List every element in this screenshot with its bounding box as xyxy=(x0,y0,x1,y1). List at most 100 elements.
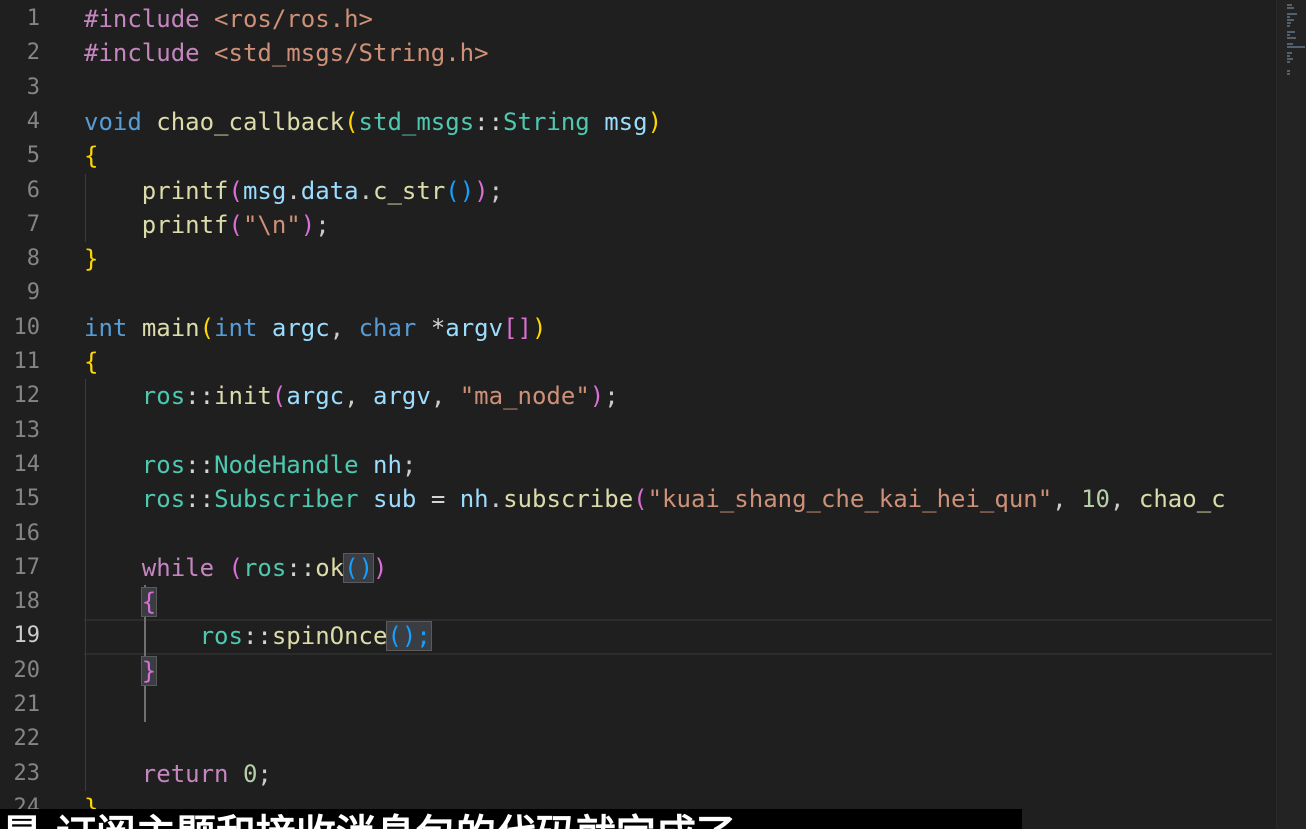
code-token: "kuai_shang_che_kai_hei_qun" xyxy=(647,485,1053,514)
code-token: msg xyxy=(242,176,287,205)
code-token: chao_c xyxy=(1138,485,1226,514)
code-token: ; xyxy=(604,382,619,411)
minimap[interactable] xyxy=(1276,0,1306,829)
minimap-line xyxy=(1287,7,1294,9)
line-number[interactable]: 13 xyxy=(0,414,41,448)
line-number[interactable]: 7 xyxy=(0,208,40,242)
line-number[interactable]: 22 xyxy=(0,722,41,756)
line-number[interactable]: 5 xyxy=(0,139,40,173)
code-line[interactable]: #include <ros/ros.h> xyxy=(84,2,373,36)
code-line[interactable]: printf(msg.data.c_str()); xyxy=(84,174,503,208)
code-token: } xyxy=(140,655,158,686)
line-number[interactable]: 21 xyxy=(0,688,41,722)
video-subtitle: 是 订阅主题和接收消息包的代码就完成了 xyxy=(0,809,1022,829)
code-token: ) xyxy=(474,176,489,205)
code-line[interactable]: ros::Subscriber sub = nh.subscribe("kuai… xyxy=(84,482,1226,516)
code-token: (); xyxy=(386,621,432,652)
code-token: 0 xyxy=(242,759,258,788)
line-number[interactable]: 23 xyxy=(0,757,41,791)
line-number[interactable]: 17 xyxy=(0,551,41,585)
line-number[interactable]: 9 xyxy=(0,276,40,310)
minimap-line xyxy=(1287,31,1295,33)
minimap-line xyxy=(1287,58,1293,60)
code-token: spinOnce xyxy=(271,622,388,651)
minimap-line xyxy=(1287,46,1305,48)
minimap-line xyxy=(1287,37,1297,39)
line-number[interactable]: 11 xyxy=(0,345,41,379)
code-token: argv xyxy=(445,313,504,342)
code-token: <ros/ros.h> xyxy=(199,5,373,33)
code-token: msg xyxy=(604,107,648,136)
code-token: ( xyxy=(344,107,359,136)
code-line[interactable]: printf("\n"); xyxy=(84,208,330,242)
code-line[interactable]: ros::NodeHandle nh; xyxy=(84,448,417,482)
minimap-line xyxy=(1287,52,1293,54)
code-line[interactable]: int main(int argc, char *argv[]) xyxy=(84,311,546,345)
code-line[interactable]: #include <std_msgs/String.h> xyxy=(84,36,489,70)
code-token: "ma_node" xyxy=(459,382,590,411)
code-token: ; xyxy=(488,176,504,205)
line-number[interactable]: 15 xyxy=(0,482,41,516)
line-number[interactable]: 19 xyxy=(0,619,41,653)
minimap-line xyxy=(1287,55,1290,57)
code-token: ; xyxy=(401,450,417,479)
line-number[interactable]: 8 xyxy=(0,242,40,276)
code-token: nh xyxy=(459,485,489,514)
code-token: int xyxy=(84,313,128,342)
code-token: ; xyxy=(257,759,272,788)
code-line[interactable]: void chao_callback(std_msgs::String msg) xyxy=(84,105,662,139)
code-token: 10 xyxy=(1081,485,1110,514)
line-number[interactable]: 6 xyxy=(0,174,40,208)
line-number[interactable]: 12 xyxy=(0,379,41,413)
code-line[interactable]: ros::init(argc, argv, "ma_node"); xyxy=(84,379,619,413)
line-number[interactable]: 18 xyxy=(0,585,41,619)
line-number[interactable]: 4 xyxy=(0,105,40,139)
code-token: . xyxy=(358,176,374,205)
code-token: { xyxy=(140,587,158,618)
minimap-line xyxy=(1287,43,1293,45)
code-token: ( xyxy=(228,553,243,582)
code-token: , xyxy=(344,382,374,411)
code-token: ) xyxy=(373,553,388,582)
code-token: chao_callback xyxy=(156,107,345,136)
code-line[interactable]: { xyxy=(84,139,98,173)
code-line[interactable]: } xyxy=(84,654,158,688)
code-token: String xyxy=(503,107,590,136)
line-number[interactable]: 1 xyxy=(0,2,40,36)
minimap-line xyxy=(1287,73,1290,75)
code-line[interactable]: { xyxy=(84,345,98,379)
line-number[interactable]: 10 xyxy=(0,311,41,345)
code-line[interactable]: ros::spinOnce(); xyxy=(84,619,432,653)
code-token: int xyxy=(214,313,258,342)
code-token: { xyxy=(84,348,99,376)
code-line[interactable]: } xyxy=(84,242,98,276)
code-token: c_str xyxy=(373,176,446,205)
code-token: char xyxy=(358,313,417,342)
code-line[interactable]: { xyxy=(84,585,158,619)
line-number[interactable]: 20 xyxy=(0,654,41,688)
code-line[interactable]: while (ros::ok()) xyxy=(84,551,387,585)
code-token: :: xyxy=(286,553,316,582)
code-editor[interactable]: 1 2 3 4 5 6 7 8 9 10 11 12 13 14 15 16 17 18 19 20 21 22 23 24 … xyxy=(0,0,1276,829)
minimap-line xyxy=(1287,4,1292,6)
code-token: ros xyxy=(242,553,287,582)
code-token: { xyxy=(84,142,99,171)
code-token: , xyxy=(430,382,460,411)
code-token: :: xyxy=(185,485,215,514)
code-token: ( xyxy=(228,210,243,239)
code-line[interactable]: return 0; xyxy=(84,757,272,791)
line-number[interactable]: 3 xyxy=(0,71,40,105)
line-number[interactable]: 16 xyxy=(0,517,41,551)
code-token: nh xyxy=(373,450,402,479)
line-number[interactable]: 14 xyxy=(0,448,41,482)
line-number[interactable]: 2 xyxy=(0,36,40,70)
